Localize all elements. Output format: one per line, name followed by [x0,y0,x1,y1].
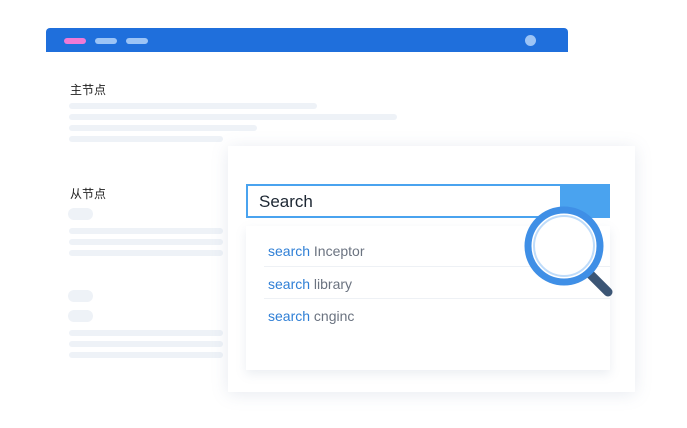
result-term: cnginc [313,308,355,324]
result-term: library [313,276,353,292]
search-input-value: Search [259,192,313,211]
result-term: Inceptor [313,243,365,259]
search-input[interactable]: Search [246,184,562,218]
window-titlebar [46,28,568,52]
result-keyword: search [268,276,311,292]
placeholder-chip [68,290,93,302]
titlebar-pill-2 [126,38,148,44]
main-node-label: 主节点 [70,83,107,97]
search-result-item[interactable]: search cnginc [268,308,354,324]
placeholder-line [69,125,257,131]
result-keyword: search [268,308,311,324]
search-result-item[interactable]: search Inceptor [268,243,365,259]
result-keyword: search [268,243,311,259]
placeholder-line [69,341,223,347]
placeholder-line [69,228,223,234]
titlebar-dot [525,35,536,46]
placeholder-line [69,136,223,142]
placeholder-line [69,114,397,120]
placeholder-line [69,330,223,336]
magnifier-icon [524,206,613,297]
placeholder-line [69,239,223,245]
search-result-item[interactable]: search library [268,276,352,292]
titlebar-pill-1 [95,38,117,44]
placeholder-line [69,352,223,358]
placeholder-line [69,103,317,109]
placeholder-chip [68,310,93,322]
placeholder-chip [68,208,93,220]
child-node-label: 从节点 [70,187,107,201]
placeholder-line [69,250,223,256]
titlebar-pill-pink [64,38,86,44]
